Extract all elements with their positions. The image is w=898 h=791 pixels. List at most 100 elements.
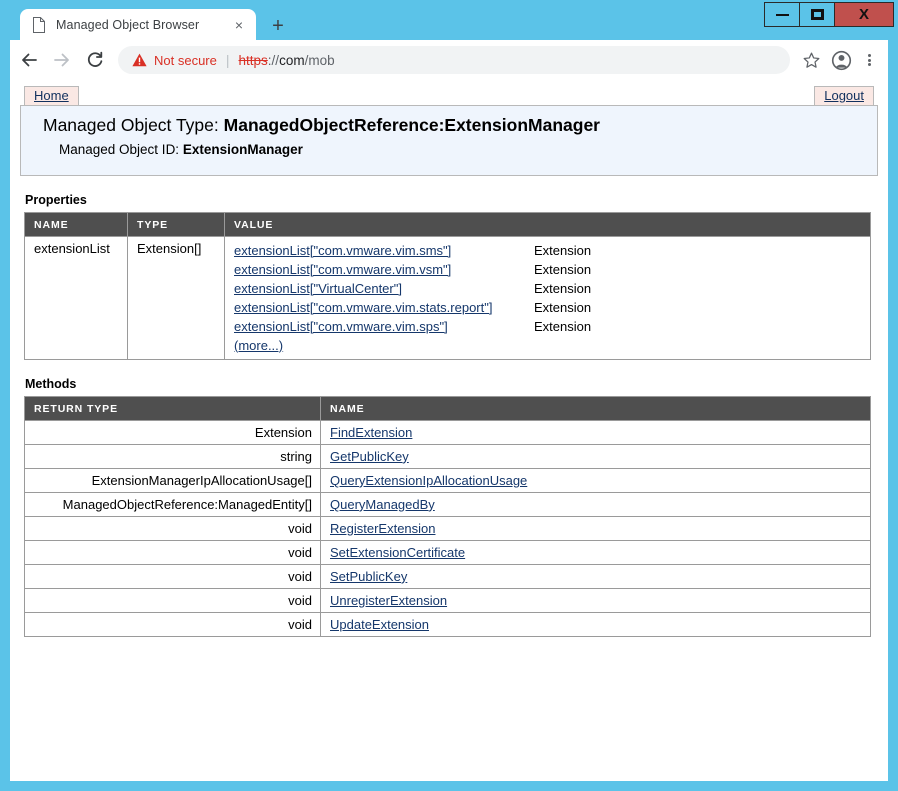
object-id-line: Managed Object ID: ExtensionManager: [21, 142, 877, 157]
methods-table: RETURN TYPE NAME Extension FindExtension…: [24, 395, 871, 637]
mob-page: Home Logout Managed Object Type: Managed…: [10, 80, 888, 637]
tab-title: Managed Object Browser: [56, 17, 200, 32]
property-value-cell: extensionList["com.vmware.vim.sms"] Exte…: [224, 235, 871, 360]
table-row: string GetPublicKey: [24, 443, 871, 469]
reload-button[interactable]: [81, 46, 109, 74]
extension-value-type: Extension: [534, 318, 592, 334]
method-name-cell: RegisterExtension: [320, 515, 871, 541]
method-return-type: ManagedObjectReference:ManagedEntity[]: [24, 491, 321, 517]
method-link[interactable]: UpdateExtension: [330, 617, 429, 632]
method-link[interactable]: UnregisterExtension: [330, 593, 447, 608]
method-return-type: ExtensionManagerIpAllocationUsage[]: [24, 467, 321, 493]
extension-value-type: Extension: [534, 299, 592, 315]
extension-link[interactable]: extensionList["com.vmware.vim.stats.repo…: [234, 300, 492, 315]
properties-header-row: NAME TYPE VALUE: [24, 211, 871, 237]
table-row: ManagedObjectReference:ManagedEntity[] Q…: [24, 491, 871, 517]
url-text: https://com/mob: [239, 53, 335, 68]
method-name-cell: QueryManagedBy: [320, 491, 871, 517]
tab-close-icon[interactable]: ×: [230, 16, 248, 34]
new-tab-button[interactable]: +: [266, 14, 290, 38]
list-item: extensionList["com.vmware.vim.vsm"] Exte…: [234, 260, 862, 279]
page-favicon-icon: [32, 16, 46, 33]
properties-col-type: TYPE: [127, 211, 225, 237]
extension-link[interactable]: extensionList["VirtualCenter"]: [234, 281, 402, 296]
url-scheme: https: [238, 52, 268, 68]
list-item: extensionList["VirtualCenter"] Extension: [234, 279, 862, 298]
browser-window: X Managed Object Browser × + Not secure …: [0, 0, 898, 791]
tab-strip: Managed Object Browser × +: [0, 9, 898, 40]
url-host: com: [279, 52, 305, 68]
property-name: extensionList: [24, 235, 128, 360]
method-link[interactable]: RegisterExtension: [330, 521, 436, 536]
list-item: extensionList["com.vmware.vim.sms"] Exte…: [234, 241, 862, 260]
tab-managed-object-browser[interactable]: Managed Object Browser ×: [20, 9, 256, 40]
method-return-type: void: [24, 563, 321, 589]
extension-link[interactable]: extensionList["com.vmware.vim.sps"]: [234, 319, 448, 334]
object-type-value: ManagedObjectReference:ExtensionManager: [223, 115, 600, 135]
method-return-type: void: [24, 611, 321, 637]
methods-header-row: RETURN TYPE NAME: [24, 395, 871, 421]
list-item: (more...): [234, 336, 862, 355]
method-link[interactable]: GetPublicKey: [330, 449, 409, 464]
method-name-cell: SetExtensionCertificate: [320, 539, 871, 565]
url-path: /mob: [304, 52, 335, 68]
address-bar[interactable]: Not secure | https://com/mob: [118, 46, 790, 74]
property-type: Extension[]: [127, 235, 225, 360]
method-return-type: string: [24, 443, 321, 469]
extension-value-type: Extension: [534, 280, 592, 296]
table-row: extensionList Extension[] extensionList[…: [24, 235, 871, 360]
forward-button: [48, 46, 76, 74]
method-link[interactable]: QueryExtensionIpAllocationUsage: [330, 473, 527, 488]
extension-link[interactable]: extensionList["com.vmware.vim.vsm"]: [234, 262, 451, 277]
methods-heading: Methods: [25, 376, 77, 391]
method-name-cell: GetPublicKey: [320, 443, 871, 469]
page-nav-row: Home Logout: [20, 86, 878, 106]
method-return-type: void: [24, 587, 321, 613]
menu-dot: [867, 63, 871, 66]
properties-col-value: VALUE: [224, 211, 871, 237]
profile-icon[interactable]: [826, 46, 856, 74]
bookmark-star-icon[interactable]: [796, 46, 826, 74]
methods-col-return-type: RETURN TYPE: [24, 395, 321, 421]
method-link[interactable]: SetExtensionCertificate: [330, 545, 465, 560]
table-row: void SetExtensionCertificate: [24, 539, 871, 565]
home-link[interactable]: Home: [24, 86, 79, 105]
table-row: void SetPublicKey: [24, 563, 871, 589]
list-item: extensionList["com.vmware.vim.stats.repo…: [234, 298, 862, 317]
menu-dot: [867, 54, 871, 57]
back-button[interactable]: [15, 46, 43, 74]
object-type-label: Managed Object Type:: [43, 115, 219, 135]
omnibox-separator: |: [225, 52, 230, 68]
method-link[interactable]: FindExtension: [330, 425, 412, 440]
table-row: void UnregisterExtension: [24, 587, 871, 613]
object-header-box: Managed Object Type: ManagedObjectRefere…: [20, 106, 878, 176]
extension-link[interactable]: extensionList["com.vmware.vim.sms"]: [234, 243, 451, 258]
method-name-cell: QueryExtensionIpAllocationUsage: [320, 467, 871, 493]
method-return-type: void: [24, 539, 321, 565]
not-secure-warning-icon: [132, 53, 147, 67]
method-name-cell: UpdateExtension: [320, 611, 871, 637]
browser-toolbar: Not secure | https://com/mob: [10, 40, 888, 80]
security-status-label: Not secure: [154, 52, 217, 68]
method-link[interactable]: QueryManagedBy: [330, 497, 435, 512]
url-scheme-separator: ://: [267, 52, 280, 68]
list-item: extensionList["com.vmware.vim.sps"] Exte…: [234, 317, 862, 336]
property-value-list: extensionList["com.vmware.vim.sms"] Exte…: [234, 241, 862, 355]
method-name-cell: SetPublicKey: [320, 563, 871, 589]
more-menu-icon[interactable]: [856, 46, 882, 74]
methods-col-name: NAME: [320, 395, 871, 421]
method-link[interactable]: SetPublicKey: [330, 569, 407, 584]
method-name-cell: UnregisterExtension: [320, 587, 871, 613]
page-viewport: Home Logout Managed Object Type: Managed…: [10, 80, 888, 781]
object-type-line: Managed Object Type: ManagedObjectRefere…: [21, 115, 877, 137]
object-id-label: Managed Object ID:: [59, 141, 180, 157]
method-return-type: void: [24, 515, 321, 541]
table-row: Extension FindExtension: [24, 419, 871, 445]
table-row: void UpdateExtension: [24, 611, 871, 637]
table-row: void RegisterExtension: [24, 515, 871, 541]
more-link[interactable]: (more...): [234, 338, 283, 353]
logout-link[interactable]: Logout: [814, 86, 874, 105]
properties-heading: Properties: [25, 192, 87, 207]
method-name-cell: FindExtension: [320, 419, 871, 445]
extension-value-type: Extension: [534, 242, 592, 258]
